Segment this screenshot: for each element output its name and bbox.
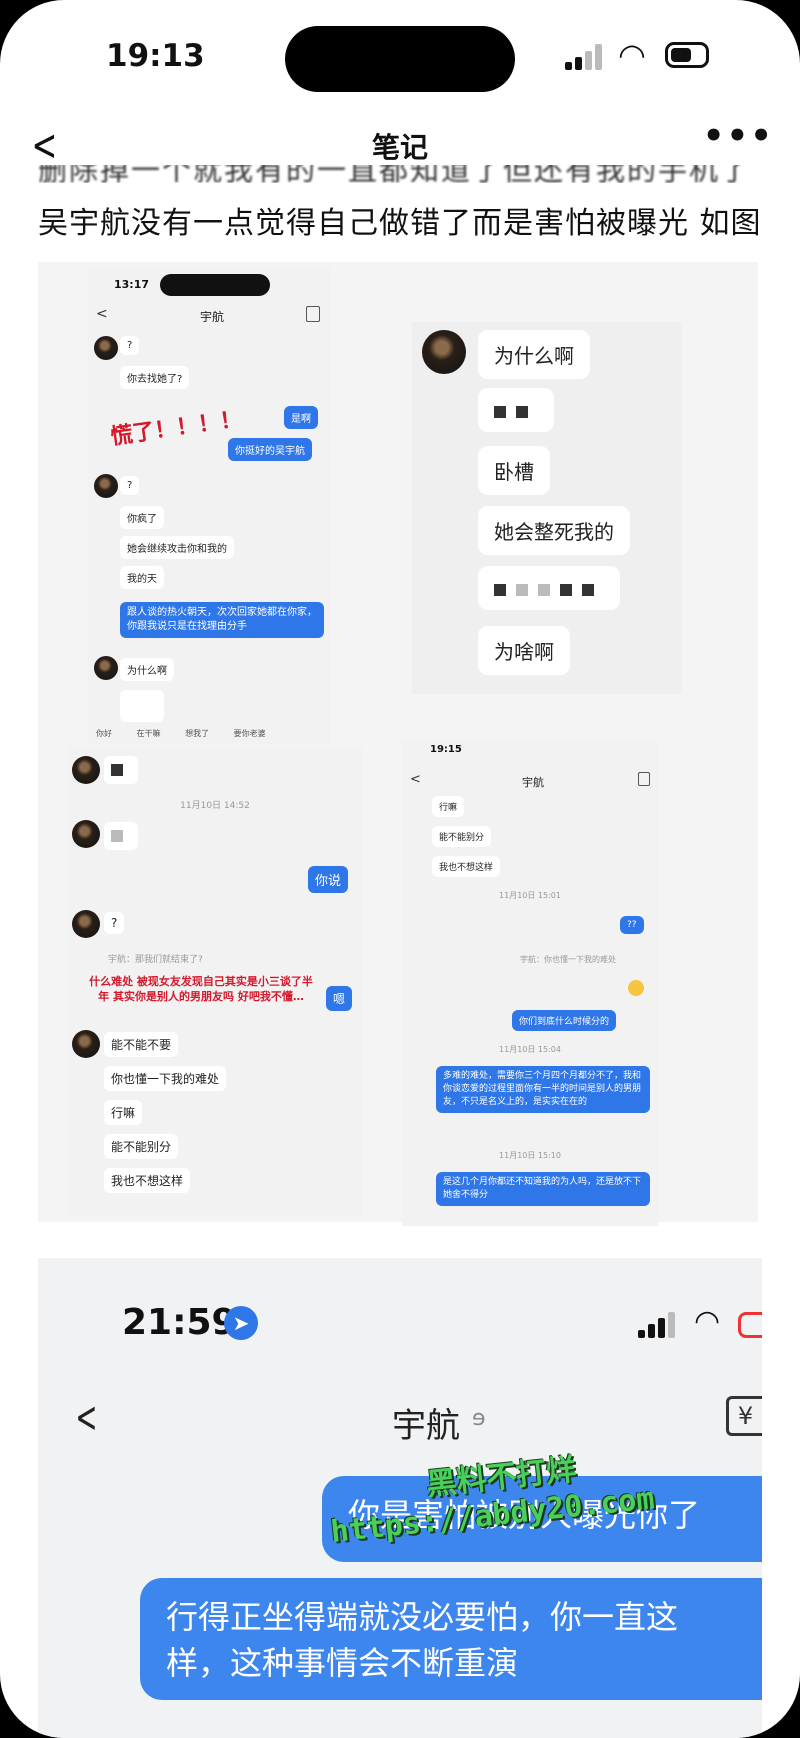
more-button[interactable]: ••• — [703, 116, 774, 156]
shot4-pay-icon — [638, 772, 650, 786]
shot3-msg: 行嘛 — [104, 1100, 143, 1125]
shot2-msg: 她会整死我的 — [478, 506, 630, 555]
shot1-msg: 她会继续攻击你和我的 — [120, 536, 234, 559]
shot3-recall: 宇航：那我们就结束了? — [108, 955, 203, 965]
shot1-back-icon: < — [96, 306, 108, 322]
shot3-redacted-msg — [104, 756, 138, 784]
shot1-avatar — [94, 474, 118, 498]
shot1-reactions: 你好 在干嘛 想我了 要你老婆 — [96, 729, 266, 738]
screenshot-1[interactable]: 13:17 < 宇航 ? 你去找她了? 是啊 你挺好的吴宇航 慌了！！！！ ? … — [88, 266, 330, 744]
shot3-msg: 嗯 — [326, 986, 353, 1011]
shot1-msg: ? — [120, 336, 140, 355]
shot1-msg: 为什么啊 — [120, 658, 174, 681]
shot4-title: 宇航 — [522, 776, 544, 789]
shot4-timestamp: 11月10日 15:01 — [499, 891, 561, 900]
shot2-msg: 为什么啊 — [478, 330, 590, 379]
page-title: 笔记 — [371, 131, 428, 164]
phone-screen: 19:13 ◠ < 笔记 ••• 删除掉一个就我有的一直都知道了但还有我的手机了… — [0, 0, 800, 1738]
screenshot-4[interactable]: 19:15 < 宇航 行嘛 能不能别分 我也不想这样 11月10日 15:01 … — [402, 740, 658, 1226]
battery-icon — [665, 42, 709, 68]
shot1-avatar — [94, 656, 118, 680]
signal-icon — [565, 44, 605, 70]
ear-icon: ɘ — [472, 1406, 486, 1431]
shot5-battery-icon — [738, 1312, 762, 1338]
shot5-msg-2: 行得正坐得端就没必要怕，你一直这样，这种事情会不断重演 — [140, 1578, 762, 1700]
status-bar: 19:13 ◠ — [0, 0, 800, 110]
shot5-signal-icon — [638, 1312, 678, 1338]
shot5-wifi-icon: ◠ — [694, 1304, 721, 1339]
location-arrow-icon: ➤ — [224, 1306, 258, 1340]
shot4-msg: 多难的难处，需要你三个月四个月都分不了，我和你谈恋爱的过程里面你有一半的时间是别… — [436, 1066, 650, 1113]
transfer-icon: ¥ — [726, 1396, 762, 1436]
shot4-msg: 我也不想这样 — [432, 856, 501, 877]
shot2-redacted-msg — [478, 566, 620, 610]
shot1-msg: 是啊 — [284, 406, 318, 429]
shot4-msg: ?? — [620, 916, 644, 934]
shot1-avatar — [94, 336, 118, 360]
shot2-msg: 卧槽 — [478, 446, 550, 495]
wifi-icon: ◠ — [618, 36, 646, 74]
note-cut-line: 删除掉一个就我有的一直都知道了但还有我的手机了了 — [38, 165, 752, 183]
shot3-msg: 你也懂一下我的难处 — [104, 1066, 227, 1091]
shot4-msg: 是这几个月你都还不知道我的为人吗，还是放不下她舍不得分 — [436, 1172, 650, 1206]
shot2-msg: 为啥啊 — [478, 626, 570, 675]
screenshot-3[interactable]: 11月10日 14:52 你说 ? 宇航：那我们就结束了? 嗯 什么难处 被现女… — [68, 746, 362, 1216]
shot1-island — [160, 274, 270, 296]
shot4-emoji — [628, 980, 644, 996]
note-text-line: 吴宇航没有一点觉得自己做错了而是害怕被曝光 如图 — [38, 206, 762, 241]
shot1-time: 13:17 — [114, 278, 150, 291]
shot4-recall: 宇航：你也懂一下我的难处 — [520, 955, 616, 964]
shot4-timestamp: 11月10日 15:04 — [499, 1045, 561, 1054]
shot1-blurred-msg — [120, 690, 164, 722]
shot3-annotation: 什么难处 被现女友发现自己其实是小三谈了半年 其实你是别人的男朋友吗 好吧我不懂… — [89, 975, 313, 1003]
shot4-time: 19:15 — [430, 744, 462, 755]
shot3-msg: 能不能不要 — [104, 1032, 179, 1057]
dynamic-island — [285, 26, 515, 92]
shot4-timestamp: 11月10日 15:10 — [499, 1151, 561, 1160]
shot4-msg: 能不能别分 — [432, 826, 492, 847]
shot4-msg: 你们到底什么时候分的 — [512, 1010, 617, 1031]
shot3-msg: ? — [104, 912, 125, 934]
shot2-avatar — [422, 330, 466, 374]
shot3-msg: 我也不想这样 — [104, 1168, 191, 1193]
shot1-pay-icon — [306, 306, 320, 322]
shot5-back-icon: < — [75, 1392, 98, 1443]
shot4-msg: 行嘛 — [432, 796, 465, 817]
shot3-redacted-msg — [104, 822, 138, 850]
shot1-annotation: 慌了！！！！ — [109, 406, 244, 451]
shot5-title: 宇航 — [392, 1406, 460, 1446]
shot5-time: 21:59 — [122, 1302, 237, 1343]
shot2-redacted-msg — [478, 388, 554, 432]
shot3-msg: 你说 — [308, 866, 349, 893]
shot1-msg: 我的天 — [120, 566, 164, 589]
shot1-msg: ? — [120, 476, 140, 495]
shot3-avatar — [72, 910, 100, 938]
shot3-timestamp: 11月10日 14:52 — [180, 801, 250, 811]
screenshot-2[interactable]: 为什么啊 卧槽 她会整死我的 为啥啊 — [412, 322, 682, 694]
shot3-avatar — [72, 1030, 100, 1058]
shot1-msg: 你疯了 — [120, 506, 164, 529]
shot3-msg: 能不能别分 — [104, 1134, 179, 1159]
shot3-avatar — [72, 756, 100, 784]
shot1-msg: 跟人谈的热火朝天，次次回家她都在你家，你跟我说只是在找理由分手 — [120, 602, 324, 638]
shot1-title: 宇航 — [200, 310, 225, 324]
shot1-msg: 你去找她了? — [120, 366, 190, 389]
status-time: 19:13 — [106, 38, 205, 74]
shot1-msg: 你挺好的吴宇航 — [228, 438, 312, 461]
shot4-back-icon: < — [410, 772, 421, 787]
shot3-avatar — [72, 820, 100, 848]
